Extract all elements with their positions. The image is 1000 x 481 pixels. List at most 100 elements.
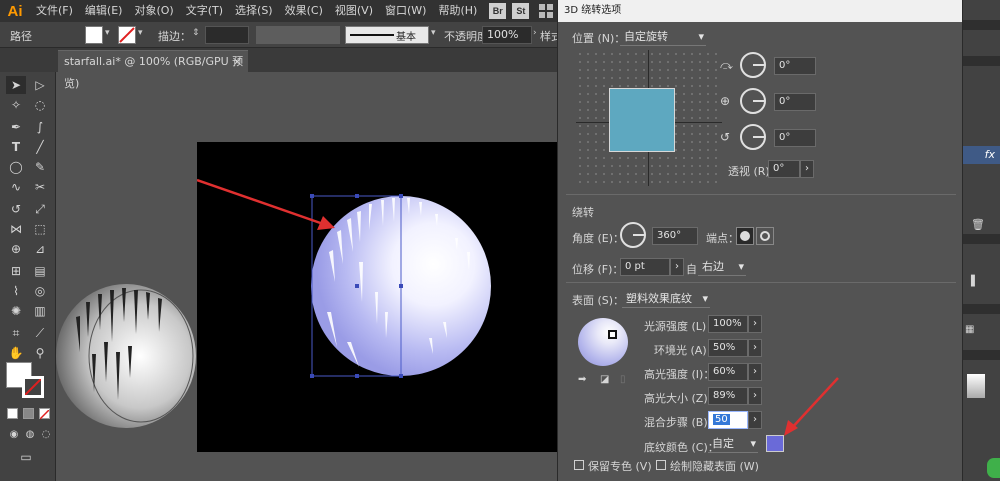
- lighting-sphere-preview[interactable]: [578, 318, 628, 366]
- swatch-thumbnail[interactable]: [967, 374, 985, 398]
- menu-object[interactable]: 对象(O): [128, 0, 179, 22]
- mesh-tool-icon[interactable]: ⊞: [6, 262, 26, 280]
- bridge-icon[interactable]: Br: [489, 3, 507, 19]
- from-select[interactable]: 右边 ▾: [698, 258, 746, 276]
- scale-tool-icon[interactable]: ⤢: [30, 200, 50, 218]
- position-select[interactable]: 自定旋转 ▾: [620, 28, 706, 46]
- zoom-tool-icon[interactable]: ⚲: [30, 344, 50, 362]
- variable-width-field[interactable]: [256, 26, 340, 44]
- draw-inside-icon[interactable]: ◌: [36, 426, 56, 444]
- draw-hidden-checkbox[interactable]: [656, 460, 666, 470]
- menu-help[interactable]: 帮助(H): [432, 0, 483, 22]
- color-mode-icon[interactable]: [7, 408, 18, 419]
- fill-swatch[interactable]: [85, 26, 103, 44]
- menu-view[interactable]: 视图(V): [329, 0, 379, 22]
- eyedropper-tool-icon[interactable]: ⌇: [6, 282, 26, 300]
- shade-color-select[interactable]: 自定 ▾: [708, 435, 758, 453]
- shaper-tool-icon[interactable]: ∿: [6, 178, 26, 196]
- slice-tool-icon[interactable]: ⟋: [30, 324, 50, 342]
- offset-arrow-icon[interactable]: ›: [670, 258, 684, 276]
- perspective-field[interactable]: 0°: [768, 160, 800, 178]
- delete-light-icon[interactable]: ▯: [620, 374, 626, 385]
- blend-steps-field[interactable]: 50: [708, 411, 748, 429]
- orientation-cube[interactable]: [609, 88, 675, 152]
- angle-field[interactable]: 360°: [652, 227, 698, 245]
- appearance-fx-row[interactable]: fx: [963, 146, 1000, 164]
- paintbrush-tool-icon[interactable]: ✎: [30, 158, 50, 176]
- magic-wand-tool-icon[interactable]: ✧: [6, 96, 26, 114]
- symbol-sprayer-tool-icon[interactable]: ✺: [6, 302, 26, 320]
- stroke-chevron-icon[interactable]: ▾: [138, 28, 148, 40]
- free-transform-tool-icon[interactable]: ⬚: [30, 220, 50, 238]
- highlight-size-field[interactable]: 89%: [708, 387, 748, 405]
- scissors-tool-icon[interactable]: ✂: [30, 178, 50, 196]
- stroke-weight-field[interactable]: [205, 26, 249, 44]
- ellipse-tool-icon[interactable]: ◯: [6, 158, 26, 176]
- new-light-icon[interactable]: ◪: [600, 374, 609, 385]
- surface-select[interactable]: 塑料效果底纹 ▾: [622, 290, 710, 308]
- stroke-swatch[interactable]: [118, 26, 136, 44]
- ambient-light-field[interactable]: 50%: [708, 339, 748, 357]
- z-rotation-field[interactable]: 0°: [774, 129, 816, 147]
- line-tool-icon[interactable]: ╱: [30, 138, 50, 156]
- screen-mode-icon[interactable]: ▭: [16, 448, 36, 466]
- opacity-field[interactable]: 100%: [482, 26, 532, 44]
- trash-icon[interactable]: 🗑: [971, 218, 985, 231]
- blend-tool-icon[interactable]: ◎: [30, 282, 50, 300]
- document-tab[interactable]: starfall.ai* @ 100% (RGB/GPU 预览) ×: [58, 50, 248, 90]
- light-source-handle[interactable]: [608, 330, 617, 339]
- y-rotation-dial[interactable]: [740, 88, 766, 114]
- workspace-grid-icon[interactable]: [539, 4, 554, 18]
- perspective-grid-tool-icon[interactable]: ⊿: [30, 240, 50, 258]
- brush-definition-field[interactable]: 基本: [345, 26, 429, 44]
- stroke-color-box[interactable]: [22, 376, 44, 398]
- gradient-tool-icon[interactable]: ▤: [30, 262, 50, 280]
- artboard-tool-icon[interactable]: ⌗: [6, 324, 26, 342]
- highlight-intensity-field[interactable]: 60%: [708, 363, 748, 381]
- close-tab-icon[interactable]: ×: [233, 51, 242, 73]
- preserve-spot-checkbox[interactable]: [574, 460, 584, 470]
- fill-chevron-icon[interactable]: ▾: [105, 28, 115, 40]
- cap-off-button[interactable]: [756, 227, 774, 245]
- light-intensity-field[interactable]: 100%: [708, 315, 748, 333]
- highlight-size-arrow-icon[interactable]: ›: [748, 387, 762, 405]
- menu-type[interactable]: 文字(T): [180, 0, 229, 22]
- menu-window[interactable]: 窗口(W): [379, 0, 432, 22]
- ambient-light-arrow-icon[interactable]: ›: [748, 339, 762, 357]
- direct-selection-tool-icon[interactable]: ▷: [30, 76, 50, 94]
- pen-tool-icon[interactable]: ✒: [6, 118, 26, 136]
- x-rotation-field[interactable]: 0°: [774, 57, 816, 75]
- menu-file[interactable]: 文件(F): [30, 0, 79, 22]
- graph-tool-icon[interactable]: ▥: [30, 302, 50, 320]
- blend-steps-arrow-icon[interactable]: ›: [748, 411, 762, 429]
- menu-select[interactable]: 选择(S): [229, 0, 279, 22]
- hand-tool-icon[interactable]: ✋: [6, 344, 26, 362]
- none-mode-icon[interactable]: [39, 408, 50, 420]
- menu-effect[interactable]: 效果(C): [279, 0, 329, 22]
- panel-icon[interactable]: ▐: [967, 276, 975, 287]
- y-rotation-field[interactable]: 0°: [774, 93, 816, 111]
- stroke-stepper-icon[interactable]: ⇕: [192, 28, 202, 40]
- stock-icon[interactable]: St: [512, 3, 530, 19]
- move-light-back-icon[interactable]: ➡: [578, 374, 586, 385]
- lasso-tool-icon[interactable]: ◌: [30, 96, 50, 114]
- light-intensity-arrow-icon[interactable]: ›: [748, 315, 762, 333]
- panel-icon[interactable]: ▦: [965, 324, 974, 335]
- perspective-arrow-icon[interactable]: ›: [800, 160, 814, 178]
- type-tool-icon[interactable]: T: [6, 138, 26, 156]
- selection-tool-icon[interactable]: ➤: [6, 76, 26, 94]
- orientation-track-area[interactable]: [576, 50, 722, 186]
- shape-builder-tool-icon[interactable]: ⊕: [6, 240, 26, 258]
- angle-dial[interactable]: [620, 222, 646, 248]
- curvature-tool-icon[interactable]: ∫: [30, 118, 50, 136]
- rotate-tool-icon[interactable]: ↺: [6, 200, 26, 218]
- highlight-intensity-arrow-icon[interactable]: ›: [748, 363, 762, 381]
- z-rotation-dial[interactable]: [740, 124, 766, 150]
- width-tool-icon[interactable]: ⋈: [6, 220, 26, 238]
- gradient-mode-icon[interactable]: [23, 408, 34, 419]
- brush-chevron-icon[interactable]: ▾: [431, 28, 441, 40]
- menu-edit[interactable]: 编辑(E): [79, 0, 129, 22]
- revolved-sphere-artwork[interactable]: [197, 142, 557, 452]
- offset-field[interactable]: 0 pt: [620, 258, 670, 276]
- cap-on-button[interactable]: [736, 227, 754, 245]
